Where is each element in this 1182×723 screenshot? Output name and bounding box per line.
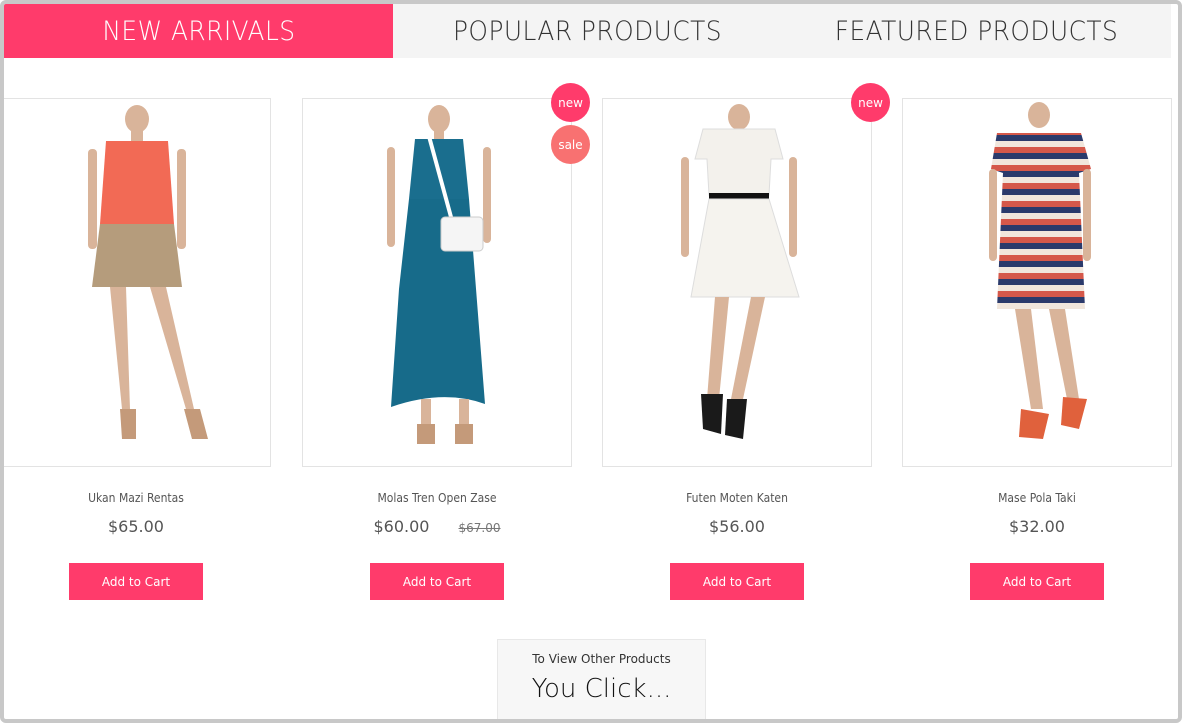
product-price: $56.00 xyxy=(709,517,765,536)
add-to-cart-button[interactable]: Add to Cart xyxy=(370,563,504,600)
product-name[interactable]: Futen Moten Katen xyxy=(602,491,872,505)
dress-image xyxy=(989,102,1091,439)
product-price: $32.00 xyxy=(1009,517,1065,536)
tab-new-arrivals[interactable]: NEW ARRIVALS xyxy=(4,4,393,58)
badge-new: new xyxy=(551,83,590,122)
dress-image xyxy=(681,104,800,439)
dress-image xyxy=(88,105,208,439)
badge-new: new xyxy=(851,83,890,122)
product-name[interactable]: Ukan Mazi Rentas xyxy=(4,491,271,505)
dress-image xyxy=(387,105,491,444)
product-card: new sale Molas Tren Open Zase $60.00 $67… xyxy=(302,83,590,600)
product-name[interactable]: Mase Pola Taki xyxy=(902,491,1172,505)
add-to-cart-button[interactable]: Add to Cart xyxy=(69,563,203,600)
product-image[interactable] xyxy=(302,98,572,467)
product-price: $60.00 xyxy=(373,517,430,536)
product-card: Mase Pola Taki $32.00 Add to Cart xyxy=(902,98,1172,600)
product-name[interactable]: Molas Tren Open Zase xyxy=(302,491,572,505)
product-old-price: $67.00 xyxy=(458,521,501,535)
product-card: new Futen Moten Katen $56.00 Add to Cart xyxy=(602,83,890,600)
add-to-cart-button[interactable]: Add to Cart xyxy=(970,563,1104,600)
product-price: $65.00 xyxy=(108,517,164,536)
price-row: $60.00 $67.00 xyxy=(302,517,572,539)
tab-popular-products[interactable]: POPULAR PRODUCTS xyxy=(409,4,767,58)
price-row: $32.00 xyxy=(902,517,1172,539)
price-row: $56.00 xyxy=(602,517,872,539)
page-frame: NEW ARRIVALS POPULAR PRODUCTS FEATURED P… xyxy=(0,0,1182,723)
product-image[interactable] xyxy=(4,98,271,467)
view-more-caption: To View Other Products xyxy=(532,652,671,666)
view-more-products-button[interactable]: To View Other Products You Click... xyxy=(497,639,706,719)
view-more-heading: You Click... xyxy=(531,674,672,704)
add-to-cart-button[interactable]: Add to Cart xyxy=(670,563,804,600)
price-row: $65.00 xyxy=(4,517,271,539)
tab-featured-products[interactable]: FEATURED PRODUCTS xyxy=(798,4,1156,58)
product-image[interactable] xyxy=(902,98,1172,467)
product-tabs: NEW ARRIVALS POPULAR PRODUCTS FEATURED P… xyxy=(4,4,1171,58)
product-image[interactable] xyxy=(602,98,872,467)
badge-sale: sale xyxy=(551,125,590,164)
tab-label: NEW ARRIVALS xyxy=(101,15,296,47)
product-card: Ukan Mazi Rentas $65.00 Add to Cart xyxy=(4,98,271,600)
